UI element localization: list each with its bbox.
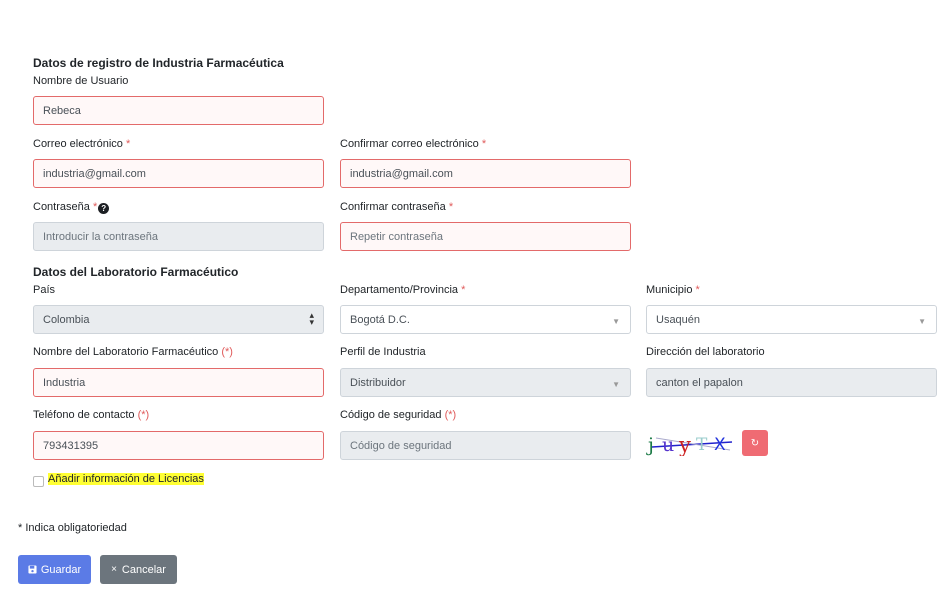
captcha-char: X bbox=[714, 435, 726, 455]
usuario-value: Rebeca bbox=[43, 104, 81, 117]
confirmar-correo-value: industria@gmail.com bbox=[350, 167, 453, 180]
guardar-label: Guardar bbox=[40, 563, 82, 576]
pais-select[interactable]: Colombia ▴ ▾ bbox=[33, 305, 324, 334]
telefono-label: Teléfono de contacto (*) bbox=[33, 409, 150, 421]
perfil-value: Distribuidor bbox=[350, 376, 406, 389]
chevron-down-icon: ▼ bbox=[612, 380, 620, 389]
nombre-lab-label: Nombre del Laboratorio Farmacéutico (*) bbox=[33, 346, 233, 358]
chevron-down-icon: ▼ bbox=[918, 317, 926, 326]
obligatoriedad-note: * Indica obligatoriedad bbox=[18, 522, 127, 534]
captcha-char: T bbox=[696, 435, 708, 455]
confirmar-contrasena-placeholder: Repetir contraseña bbox=[350, 230, 443, 243]
contrasena-label: Contraseña *? bbox=[33, 201, 110, 214]
usuario-label: Nombre de Usuario bbox=[33, 75, 129, 87]
licencias-checkbox[interactable] bbox=[33, 476, 44, 487]
refresh-captcha-button[interactable]: ↻ bbox=[742, 430, 768, 456]
direccion-label: Dirección del laboratorio bbox=[646, 346, 765, 358]
direccion-value: canton el papalon bbox=[656, 376, 743, 389]
captcha-char: j bbox=[646, 434, 654, 456]
perfil-select[interactable]: Distribuidor ▼ bbox=[340, 368, 631, 397]
codigo-label: Código de seguridad (*) bbox=[340, 409, 457, 421]
correo-label: Correo electrónico * bbox=[33, 138, 131, 150]
municipio-label: Municipio * bbox=[646, 284, 700, 296]
confirmar-correo-input[interactable]: industria@gmail.com bbox=[340, 159, 631, 188]
captcha-image: j u y T X bbox=[646, 433, 733, 456]
floppy-disk-icon bbox=[28, 565, 37, 574]
usuario-input[interactable]: Rebeca bbox=[33, 96, 324, 125]
pais-value: Colombia bbox=[43, 313, 90, 326]
nombre-lab-input[interactable]: Industria bbox=[33, 368, 324, 397]
confirmar-correo-label: Confirmar correo electrónico * bbox=[340, 138, 487, 150]
licencias-label-wrap: Añadir información de Licencias bbox=[48, 473, 204, 485]
captcha-char: y bbox=[678, 433, 691, 456]
registro-section-title: Datos de registro de Industria Farmacéut… bbox=[33, 56, 284, 70]
departamento-value: Bogotá D.C. bbox=[350, 313, 410, 326]
departamento-select[interactable]: Bogotá D.C. ▼ bbox=[340, 305, 631, 334]
confirmar-contrasena-input[interactable]: Repetir contraseña bbox=[340, 222, 631, 251]
correo-value: industria@gmail.com bbox=[43, 167, 146, 180]
pais-label: País bbox=[33, 284, 56, 296]
updown-arrow-icon: ▴ ▾ bbox=[309, 310, 314, 327]
codigo-placeholder: Código de seguridad bbox=[350, 439, 452, 452]
municipio-select[interactable]: Usaquén ▼ bbox=[646, 305, 937, 334]
telefono-input[interactable]: 793431395 bbox=[33, 431, 324, 460]
chevron-down-icon: ▼ bbox=[612, 317, 620, 326]
telefono-value: 793431395 bbox=[43, 439, 99, 452]
municipio-value: Usaquén bbox=[656, 313, 701, 326]
perfil-label: Perfil de Industria bbox=[340, 346, 426, 358]
codigo-input[interactable]: Código de seguridad bbox=[340, 431, 631, 460]
nombre-lab-value: Industria bbox=[43, 376, 86, 389]
cancelar-label: Cancelar bbox=[121, 563, 166, 576]
laboratorio-section-title: Datos del Laboratorio Farmacéutico bbox=[33, 265, 239, 279]
captcha-char: u bbox=[662, 434, 674, 456]
question-circle-icon[interactable]: ? bbox=[98, 203, 110, 214]
confirmar-contrasena-label: Confirmar contraseña * bbox=[340, 201, 454, 213]
contrasena-placeholder: Introducir la contraseña bbox=[43, 230, 158, 243]
correo-input[interactable]: industria@gmail.com bbox=[33, 159, 324, 188]
guardar-button[interactable]: Guardar bbox=[18, 555, 91, 584]
licencias-label[interactable]: Añadir información de Licencias bbox=[48, 473, 204, 485]
close-icon: × bbox=[111, 564, 117, 575]
direccion-input[interactable]: canton el papalon bbox=[646, 368, 937, 397]
contrasena-input[interactable]: Introducir la contraseña bbox=[33, 222, 324, 251]
departamento-label: Departamento/Provincia * bbox=[340, 284, 466, 296]
refresh-icon: ↻ bbox=[750, 437, 760, 449]
cancelar-button[interactable]: × Cancelar bbox=[100, 555, 177, 584]
